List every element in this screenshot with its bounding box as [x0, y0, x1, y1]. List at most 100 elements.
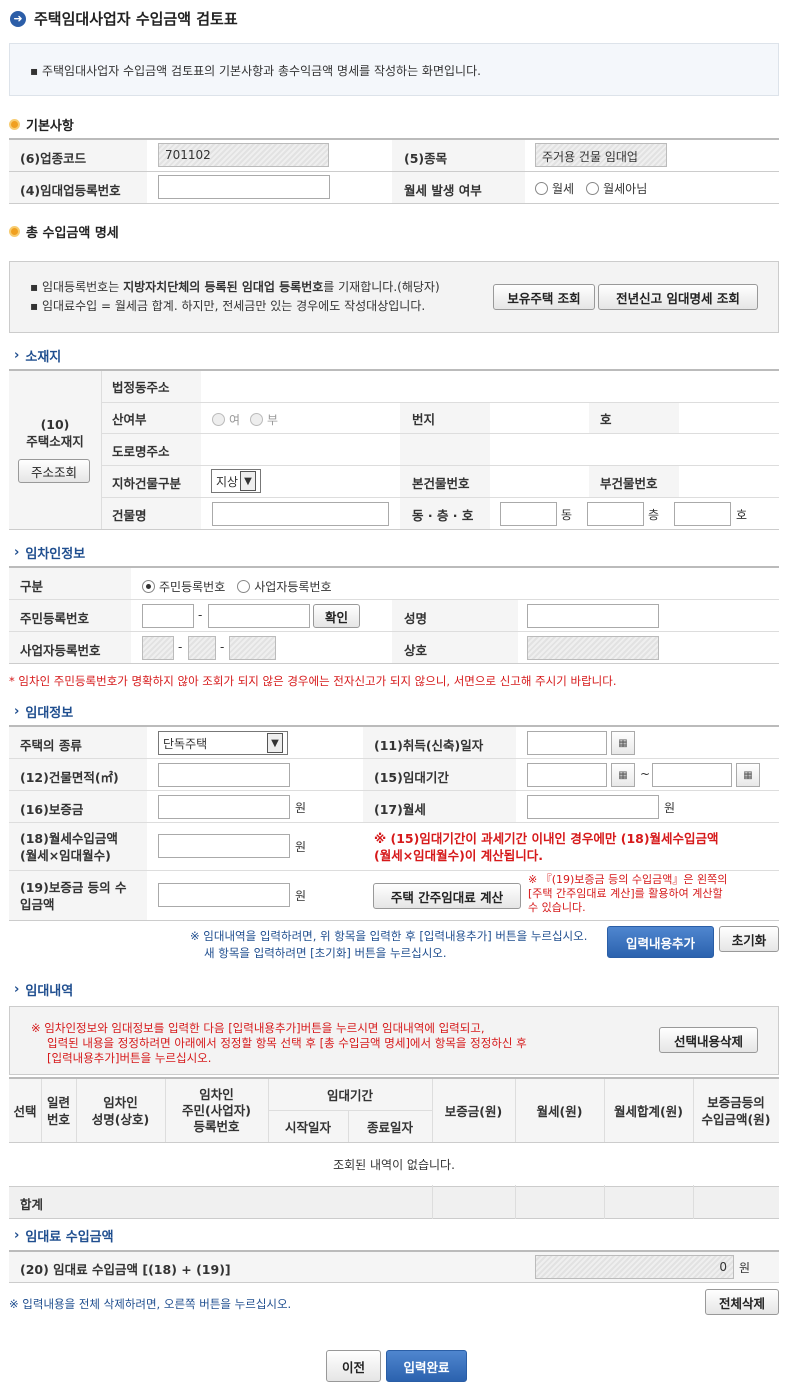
- delete-selected-button[interactable]: 선택내용삭제: [659, 1027, 758, 1053]
- col-select: 선택: [13, 1104, 37, 1119]
- empty-message: 조회된 내역이 없습니다.: [9, 1143, 779, 1185]
- deposit-income-input[interactable]: [158, 883, 290, 907]
- col-tenant-id: 임차인 주민(사업자) 등록번호: [182, 1086, 251, 1134]
- legal-address-label: 법정동주소: [112, 380, 170, 395]
- address-search-button[interactable]: 주소조회: [18, 459, 90, 483]
- calendar-icon[interactable]: ▦: [611, 763, 635, 787]
- resident-back-input[interactable]: [208, 604, 310, 628]
- house-type-label: 주택의 종류: [20, 738, 82, 753]
- section-tenant: › 임차인정보: [14, 545, 86, 562]
- income-field: 0: [535, 1255, 734, 1279]
- add-entry-button[interactable]: 입력내용추가: [607, 926, 714, 958]
- period-end-input[interactable]: [652, 763, 732, 787]
- deposit-note: ※ 『(19)보증금 등의 수입금액』은 왼쪽의 [주택 간주임대료 계산]를 활…: [528, 873, 728, 914]
- main-building-label: 본건물번호: [412, 476, 470, 491]
- arrow-right-icon: ➜: [10, 10, 26, 27]
- col-start: 시작일자: [284, 1119, 331, 1135]
- prev-year-button[interactable]: 전년신고 임대명세 조회: [598, 284, 758, 310]
- underground-label: 지하건물구분: [112, 476, 182, 491]
- chevron-down-icon: ▼: [240, 471, 256, 491]
- chevron-right-icon: ›: [14, 348, 20, 363]
- business-radio[interactable]: [237, 580, 251, 593]
- total-label: 합계: [20, 1197, 44, 1212]
- chevron-right-icon: ›: [14, 982, 20, 997]
- monthly-label: 월세 발생 여부: [404, 183, 482, 198]
- delete-all-button[interactable]: 전체삭제: [705, 1289, 779, 1315]
- ho-input[interactable]: [674, 502, 731, 526]
- calendar-icon[interactable]: ▦: [736, 763, 760, 787]
- monthly-income-input[interactable]: [158, 834, 290, 858]
- section-total: 총 수입금액 명세: [9, 222, 119, 241]
- history-note: ※ 임차인정보와 임대정보를 입력한 다음 [입력내용추가]버튼을 누르시면 임…: [31, 1021, 527, 1065]
- road-address-label: 도로명주소: [112, 444, 170, 459]
- business-no-1: [142, 636, 174, 660]
- area-input[interactable]: [158, 763, 290, 787]
- acquire-date-input[interactable]: [527, 731, 607, 755]
- deposit-label: (16)보증금: [20, 802, 84, 817]
- section-income: › 임대료 수입금액: [14, 1228, 114, 1245]
- tenant-name-label: 성명: [404, 611, 428, 626]
- period-label: (15)임대기간: [374, 770, 449, 785]
- owned-house-button[interactable]: 보유주택 조회: [493, 284, 595, 310]
- col-deposit: 보증금(원): [444, 1104, 503, 1119]
- bullet-icon: [9, 119, 20, 130]
- section-rent: › 임대정보: [14, 704, 74, 721]
- chevron-right-icon: ›: [14, 1228, 20, 1243]
- mountain-yes-radio[interactable]: [212, 413, 225, 426]
- col-deposit-income: 보증금등의 수입금액(원): [701, 1094, 771, 1127]
- reset-button[interactable]: 초기화: [719, 926, 779, 952]
- add-note: ※ 임대내역을 입력하려면, 위 항목을 입력한 후 [입력내용추가] 버튼을 …: [190, 929, 588, 960]
- submit-button[interactable]: 입력완료: [386, 1350, 467, 1382]
- location-label: (10) 주택소재지: [26, 417, 84, 449]
- company-label: 상호: [404, 643, 428, 658]
- floor-input[interactable]: [587, 502, 644, 526]
- total-note-2: ▪ 임대료수입 = 월세금 합계. 하지만, 전세금만 있는 경우에도 작성대상…: [30, 299, 426, 313]
- col-tenant: 임차인 성명(상호): [91, 1094, 150, 1127]
- reg-no-input[interactable]: [158, 175, 330, 199]
- col-monthly-sum: 월세합계(원): [614, 1104, 683, 1119]
- mountain-no-radio[interactable]: [250, 413, 264, 426]
- area-label: (12)건물면적(㎡): [20, 770, 119, 785]
- calc-rent-button[interactable]: 주택 간주임대료 계산: [373, 883, 521, 909]
- total-note-1: ▪ 임대등록번호는 지방자치단체의 등록된 임대업 등록번호를 기재합니다.(해…: [30, 280, 440, 294]
- section-history: › 임대내역: [14, 982, 74, 999]
- period-start-input[interactable]: [527, 763, 607, 787]
- resident-front-input[interactable]: [142, 604, 194, 628]
- col-serial: 일련 번호: [46, 1094, 70, 1127]
- business-no-3: [229, 636, 276, 660]
- col-monthly: 월세(원): [536, 1104, 583, 1119]
- dong-input[interactable]: [500, 502, 557, 526]
- building-name-input[interactable]: [212, 502, 389, 526]
- monthly-income-label: (18)월세수입금액 (월세×임대월수): [20, 831, 118, 863]
- industry-code-field: 701102: [158, 143, 329, 167]
- page-title: ➜ 주택임대사업자 수입금액 검토표: [10, 8, 238, 29]
- monthly-rent-label: (17)월세: [374, 802, 426, 817]
- section-location: › 소재지: [14, 348, 62, 365]
- sub-building-label: 부건물번호: [600, 476, 658, 491]
- calendar-icon[interactable]: ▦: [611, 731, 635, 755]
- resident-label: 주민등록번호: [20, 611, 90, 626]
- deposit-input[interactable]: [158, 795, 290, 819]
- reg-no-label: (4)임대업등록번호: [20, 183, 121, 198]
- calc-note: ※ (15)임대기간이 과세기간 이내인 경우에만 (18)월세수입금액 (월세×…: [374, 831, 719, 863]
- tenant-name-input[interactable]: [527, 604, 659, 628]
- info-box: ▪ 주택임대사업자 수입금액 검토표의 기본사항과 총수익금액 명세를 작성하는…: [9, 43, 779, 96]
- dong-floor-ho-label: 동 · 층 · 호: [412, 508, 474, 523]
- col-end: 종료일자: [366, 1119, 413, 1135]
- acquire-date-label: (11)취득(신축)일자: [374, 738, 484, 753]
- monthly-rent-input[interactable]: [527, 795, 659, 819]
- prev-button[interactable]: 이전: [326, 1350, 381, 1382]
- delete-all-note: ※ 입력내용을 전체 삭제하려면, 오른쪽 버튼을 누르십시오.: [9, 1297, 292, 1311]
- underground-select[interactable]: 지상 ▼: [211, 469, 261, 493]
- house-type-select[interactable]: 단독주택 ▼: [158, 731, 288, 755]
- building-name-label: 건물명: [112, 508, 147, 523]
- mountain-label: 산여부: [112, 412, 147, 427]
- resident-radio[interactable]: [142, 580, 155, 593]
- monthly-yes-radio[interactable]: [535, 182, 548, 195]
- chevron-right-icon: ›: [14, 704, 20, 719]
- confirm-button[interactable]: 확인: [313, 604, 360, 628]
- business-no-2: [188, 636, 216, 660]
- type-label: (5)종목: [404, 151, 448, 166]
- monthly-no-radio[interactable]: [586, 182, 600, 195]
- chevron-right-icon: ›: [14, 545, 20, 560]
